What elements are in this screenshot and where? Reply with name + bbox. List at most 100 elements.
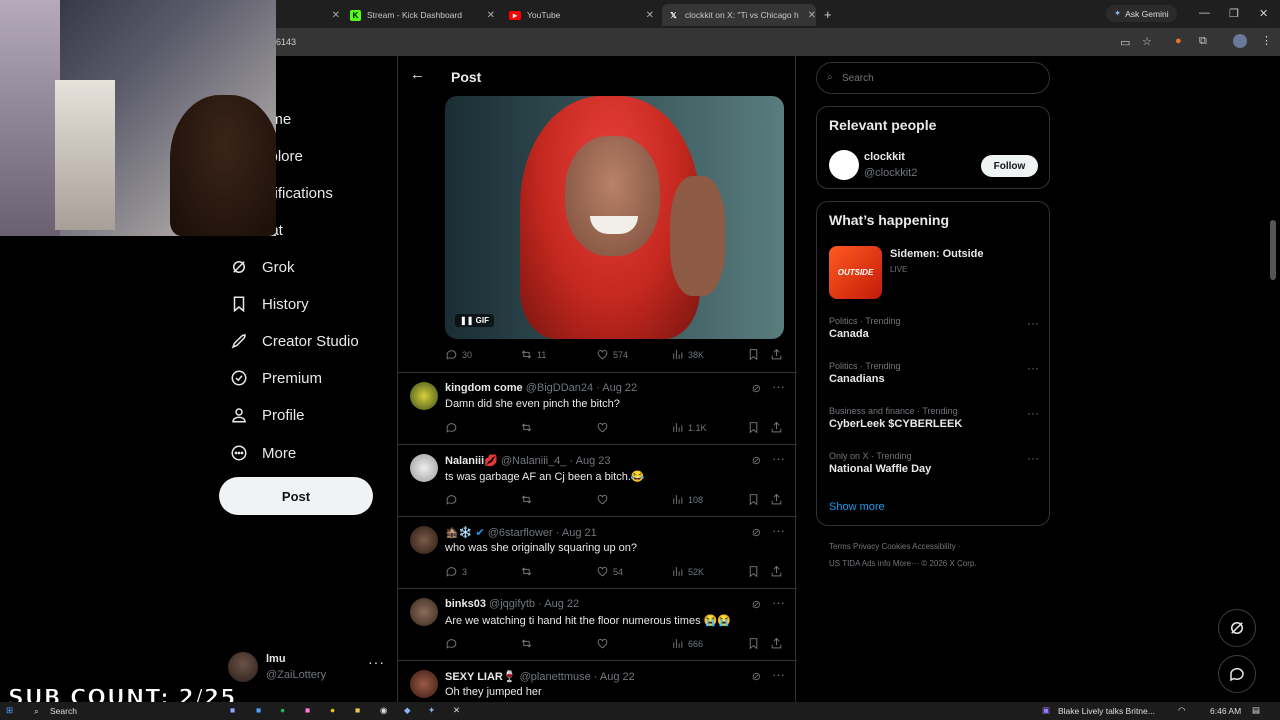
scrollbar-thumb[interactable] (1270, 220, 1276, 280)
back-arrow-icon[interactable]: ← (410, 66, 425, 83)
avatar[interactable] (410, 526, 438, 554)
nav-profile[interactable]: Profile (229, 403, 305, 427)
minimize-icon[interactable]: — (1199, 7, 1210, 19)
share-button[interactable] (770, 493, 787, 506)
browser-tab-x[interactable]: 𝕏 clockkit on X: "Ti vs Chicago h ✕ (662, 4, 816, 26)
repost-button[interactable] (520, 421, 537, 434)
author-name[interactable]: kingdom come (445, 382, 523, 394)
author-name[interactable]: SEXY LIAR🍷 (445, 671, 517, 683)
repost-button[interactable] (520, 637, 537, 650)
cast-icon[interactable]: ▭ (1120, 36, 1130, 49)
obs-icon[interactable]: ◉ (380, 705, 387, 716)
avatar[interactable] (410, 598, 438, 626)
reply-date[interactable]: Aug 22 (544, 598, 579, 610)
reply-button[interactable]: 3 (445, 565, 467, 578)
network-icon[interactable]: ◠ (1178, 705, 1185, 716)
taskbar-app-icon[interactable]: ◆ (404, 705, 411, 716)
grok-icon[interactable]: ⊘ (752, 670, 761, 683)
follow-button[interactable]: Follow (981, 155, 1038, 177)
spotify-icon[interactable]: ● (280, 705, 285, 715)
windows-start-icon[interactable]: ⊞ (6, 705, 13, 716)
author-handle[interactable]: @planettmuse (520, 671, 591, 683)
more-icon[interactable]: ··· (772, 667, 785, 682)
chrome-icon[interactable]: ● (330, 705, 335, 715)
more-icon[interactable]: ··· (772, 379, 785, 394)
event-title[interactable]: Sidemen: Outside (890, 248, 984, 260)
news-widget[interactable]: Blake Lively talks Britne... (1058, 706, 1155, 716)
footer-links[interactable]: US TIDA Ads info More··· © 2026 X Corp. (829, 559, 977, 568)
extensions-puzzle-icon[interactable]: ⧉ (1199, 35, 1207, 48)
nav-more[interactable]: More (229, 441, 296, 465)
like-button[interactable]: 574 (596, 348, 628, 361)
share-button[interactable] (770, 421, 787, 434)
author-name[interactable]: binks03 (445, 598, 486, 610)
nav-creator-studio[interactable]: Creator Studio (229, 329, 359, 353)
taskbar-search-icon[interactable]: ⌕ (34, 706, 39, 717)
search-input[interactable]: ⌕ Search (816, 62, 1050, 94)
chrome-menu-icon[interactable]: ⋮ (1261, 34, 1272, 47)
reply-date[interactable]: Aug 22 (600, 671, 635, 683)
close-tab-icon[interactable]: ✕ (808, 10, 816, 21)
avatar[interactable] (410, 454, 438, 482)
reply-button[interactable] (445, 637, 462, 650)
bookmark-button[interactable] (747, 421, 764, 434)
bookmark-star-icon[interactable]: ☆ (1142, 35, 1152, 48)
trend-item[interactable]: Politics · Trending Canada ··· (829, 316, 1039, 340)
grok-icon[interactable]: ⊘ (752, 598, 761, 611)
url-text[interactable]: 6143 (276, 37, 296, 47)
reply-date[interactable]: Aug 22 (602, 382, 637, 394)
bookmark-button[interactable] (747, 493, 764, 506)
taskbar-app-icon[interactable]: ■ (305, 705, 310, 715)
taskbar-search[interactable]: Search (50, 706, 77, 716)
reply-tweet[interactable]: SEXY LIAR🍷 @planettmuse · Aug 22 Oh they… (398, 660, 797, 702)
show-more-link[interactable]: Show more (829, 501, 885, 513)
taskbar-app-icon[interactable]: ✦ (428, 705, 435, 716)
reply-tweet[interactable]: binks03 @jqgifytb · Aug 22 Are we watchi… (398, 588, 797, 660)
share-button[interactable] (770, 637, 787, 650)
grok-icon[interactable]: ⊘ (752, 526, 761, 539)
nav-premium[interactable]: Premium (229, 366, 322, 390)
clock[interactable]: 6:46 AM (1210, 706, 1241, 716)
close-tab-icon[interactable]: ✕ (332, 10, 340, 21)
author-name[interactable]: Nalaniii💋 (445, 455, 498, 467)
views-button[interactable]: 108 (671, 493, 703, 506)
browser-tab-hidden[interactable]: ✕ (280, 4, 340, 26)
close-window-icon[interactable]: ✕ (1259, 7, 1268, 20)
grok-fab-button[interactable] (1218, 609, 1256, 647)
trend-item[interactable]: Only on X · Trending National Waffle Day… (829, 451, 1039, 475)
taskbar-app-icon[interactable]: ✕ (453, 705, 460, 716)
repost-button[interactable] (520, 565, 537, 578)
nav-history[interactable]: History (229, 292, 309, 316)
account-switcher[interactable]: lmu @ZaiLottery ··· (228, 650, 388, 684)
more-icon[interactable]: ··· (772, 451, 785, 466)
event-thumbnail[interactable]: OUTSIDE (829, 246, 882, 299)
bookmark-button[interactable] (747, 565, 764, 578)
news-icon[interactable]: ▣ (1042, 705, 1050, 716)
reply-date[interactable]: Aug 21 (562, 527, 597, 539)
reply-button[interactable] (445, 493, 462, 506)
avatar[interactable] (829, 150, 859, 180)
author-handle[interactable]: @Nalaniii_4_ (501, 455, 567, 467)
reply-tweet[interactable]: Nalaniii💋 @Nalaniii_4_ · Aug 23 ts was g… (398, 444, 797, 516)
reply-tweet[interactable]: kingdom come @BigDDan24 · Aug 22 Damn di… (398, 372, 797, 444)
grok-icon[interactable]: ⊘ (752, 382, 761, 395)
folder-icon[interactable]: ■ (355, 705, 360, 715)
post-gif[interactable]: ❚❚ GIF (445, 96, 784, 339)
more-icon[interactable]: ··· (1027, 451, 1039, 465)
gif-badge[interactable]: ❚❚ GIF (455, 314, 494, 327)
views-button[interactable]: 1.1K (671, 421, 707, 434)
reply-tweet[interactable]: 🏚️❄️ ✔ @6starflower · Aug 21 who was she… (398, 516, 797, 588)
page-scrollbar[interactable] (1270, 60, 1276, 700)
share-button[interactable] (770, 565, 787, 578)
account-more-icon[interactable]: ··· (368, 654, 385, 670)
more-icon[interactable]: ··· (1027, 361, 1039, 375)
restore-icon[interactable]: ❐ (1229, 7, 1239, 20)
browser-tab-kick[interactable]: K Stream - Kick Dashboard ✕ (350, 4, 495, 26)
views-button[interactable]: 52K (671, 565, 704, 578)
author-handle[interactable]: @jqgifytb (489, 598, 535, 610)
bookmark-button[interactable] (747, 348, 764, 361)
views-button[interactable]: 38K (671, 348, 704, 361)
reply-button[interactable]: 30 (445, 348, 472, 361)
repost-button[interactable] (520, 493, 537, 506)
more-icon[interactable]: ··· (1027, 406, 1039, 420)
